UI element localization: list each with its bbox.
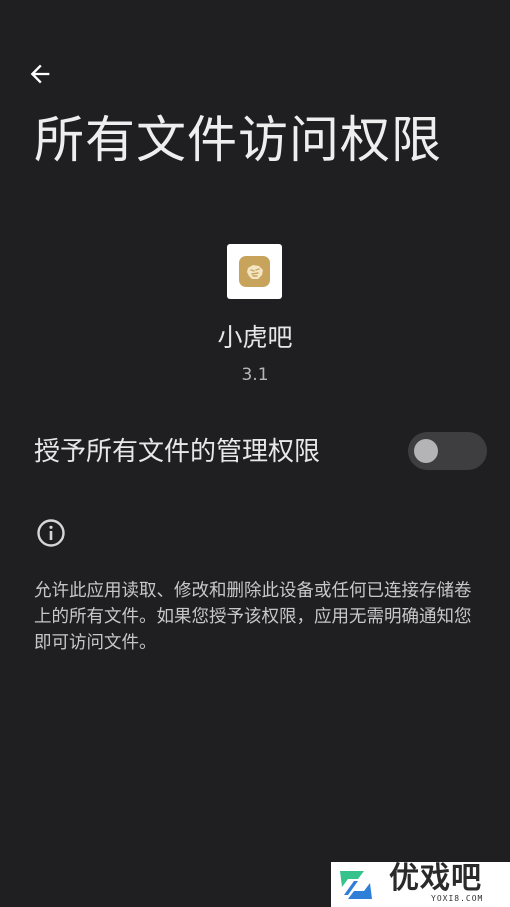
app-name: 小虎吧 (217, 323, 293, 352)
back-button[interactable] (22, 56, 58, 92)
watermark-text: 优戏吧 YOXI8.COM (381, 861, 510, 907)
permission-screen: 所有文件访问权限 小虎吧 3.1 授予所有文件的管理权限 允许此应用读取、修改和… (0, 0, 510, 907)
arrow-back-icon (30, 64, 50, 84)
watermark: 优戏吧 YOXI8.COM (331, 861, 510, 907)
toggle-knob (414, 439, 438, 463)
watermark-brand: 优戏吧 (389, 861, 482, 896)
permission-label: 授予所有文件的管理权限 (34, 437, 321, 467)
app-version: 3.1 (241, 365, 269, 385)
page-title: 所有文件访问权限 (34, 111, 442, 169)
watermark-logo-icon (331, 862, 381, 907)
permission-toggle[interactable] (408, 432, 487, 470)
info-icon (36, 518, 66, 548)
watermark-domain: YOXI8.COM (431, 894, 484, 903)
permission-row[interactable]: 授予所有文件的管理权限 (0, 420, 510, 482)
app-icon (227, 244, 282, 299)
permission-description: 允许此应用读取、修改和删除此设备或任何已连接存储卷上的所有文件。如果您授予该权限… (34, 581, 472, 653)
app-tiger-icon (239, 256, 270, 287)
